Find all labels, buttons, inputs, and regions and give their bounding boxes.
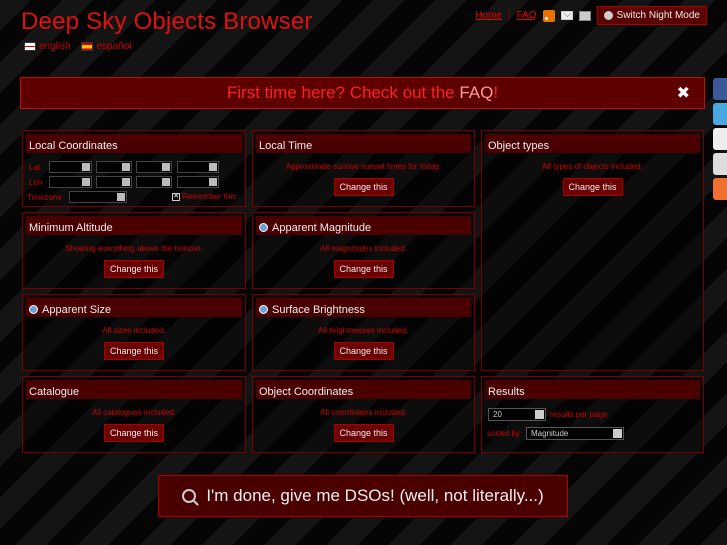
lat-label: Lat [29, 163, 41, 172]
lon-degrees-input[interactable] [49, 176, 92, 188]
language-switcher: english español [24, 41, 140, 52]
change-apparent-size-button[interactable]: Change this [103, 342, 165, 360]
results-per-page-select[interactable]: 20 [488, 408, 546, 421]
panel-object-coordinates: Object Coordinates All coordinates inclu… [252, 376, 475, 453]
panel-local-time: Local Time Approximate sunrise sunset ti… [252, 130, 475, 207]
lon-seconds-input[interactable] [136, 176, 172, 188]
panel-results: Results 20 results per page sorted by Ma… [481, 376, 704, 453]
add-share-icon[interactable] [713, 178, 727, 200]
help-icon[interactable] [259, 223, 268, 232]
page-title: Deep Sky Objects Browser [21, 8, 313, 35]
panel-title: Catalogue [26, 380, 242, 399]
separator: | [508, 10, 511, 21]
uk-flag-icon [24, 41, 36, 51]
sort-by-value: Magnitude [531, 429, 569, 438]
submit-button[interactable]: I'm done, give me DSOs! (well, not liter… [158, 475, 568, 517]
lat-minutes-input[interactable] [96, 161, 132, 173]
panel-description: All magnitudes included. [320, 244, 407, 253]
lat-seconds-input[interactable] [136, 161, 172, 173]
banner-message: First time here? Check out the [226, 83, 455, 102]
results-per-page-label: results per page [550, 410, 608, 419]
sort-by-select[interactable]: Magnitude [526, 427, 624, 440]
panel-surface-brightness: Surface Brightness All brightnesses incl… [252, 294, 475, 371]
panel-header: Apparent Size [26, 298, 242, 317]
lon-label: Lon [29, 178, 43, 187]
language-english[interactable]: english [24, 41, 71, 52]
faq-banner: First time here? Check out the FAQ! ✖ [20, 77, 705, 109]
night-mode-label: Switch Night Mode [616, 10, 700, 21]
lightbulb-icon [603, 11, 613, 20]
language-spanish[interactable]: español [81, 41, 132, 52]
panel-title: Local Time [256, 134, 471, 153]
twitter-icon[interactable] [713, 103, 727, 125]
lat-direction-input[interactable] [177, 161, 219, 173]
timezone-label: Timezone [27, 193, 62, 202]
panel-title: Local Coordinates [26, 134, 242, 153]
panel-description: All brightnesses included. [318, 326, 409, 335]
change-local-time-button[interactable]: Change this [333, 178, 394, 196]
magnifier-icon [182, 489, 197, 503]
panel-minimum-altitude: Minimum Altitude Showing everything abov… [22, 212, 246, 289]
email-share-icon[interactable] [713, 128, 727, 150]
change-apparent-magnitude-button[interactable]: Change this [333, 260, 394, 278]
panel-description: Approximate sunrise sunset times for tod… [285, 162, 442, 171]
help-icon[interactable] [29, 305, 38, 314]
panel-title: Results [485, 380, 700, 399]
panel-title: Object types [485, 134, 700, 153]
chevron-down-icon [535, 410, 544, 419]
panel-header: Surface Brightness [256, 298, 471, 317]
results-per-page-value: 20 [493, 410, 502, 419]
panel-title: Apparent Size [42, 303, 112, 316]
panel-description: All coordinates included. [320, 408, 407, 417]
google-icon[interactable] [713, 153, 727, 175]
change-surface-brightness-button[interactable]: Change this [333, 342, 394, 360]
spain-flag-icon [81, 41, 94, 51]
change-object-coordinates-button[interactable]: Change this [333, 424, 394, 442]
close-icon[interactable]: ✖ [677, 83, 690, 103]
social-share-bar [713, 78, 727, 203]
panel-catalogue: Catalogue All catalogues included. Chang… [22, 376, 246, 453]
help-icon[interactable] [259, 305, 268, 314]
language-label: english [39, 41, 71, 52]
panel-apparent-magnitude: Apparent Magnitude All magnitudes includ… [252, 212, 475, 289]
mail-icon[interactable] [560, 11, 573, 20]
chevron-down-icon [613, 429, 622, 438]
language-label: español [96, 41, 132, 52]
change-minimum-altitude-button[interactable]: Change this [103, 260, 165, 278]
banner-text: First time here? Check out the FAQ! [21, 83, 704, 103]
submit-label: I'm done, give me DSOs! (well, not liter… [206, 486, 544, 505]
top-links: Home | FAQ Switch Night Mode [475, 6, 707, 25]
panel-local-coordinates: Local Coordinates Lat Lon Timezone ✕ Rem… [22, 130, 246, 207]
panel-description: All types of objects included. [542, 162, 643, 171]
print-icon[interactable] [578, 10, 591, 21]
facebook-icon[interactable] [713, 78, 727, 100]
lat-degrees-input[interactable] [49, 161, 92, 173]
home-link[interactable]: Home [475, 10, 502, 21]
change-catalogue-button[interactable]: Change this [103, 424, 165, 442]
panel-title: Surface Brightness [272, 303, 365, 316]
banner-suffix: ! [493, 83, 499, 102]
banner-faq-link[interactable]: FAQ [459, 83, 493, 102]
panel-title: Object Coordinates [256, 380, 471, 399]
panel-description: All sizes included. [102, 326, 166, 335]
sorted-by-label: sorted by [487, 429, 520, 438]
night-mode-button[interactable]: Switch Night Mode [596, 6, 707, 25]
rss-icon[interactable] [542, 9, 555, 22]
panel-title: Apparent Magnitude [272, 221, 372, 234]
faq-link[interactable]: FAQ [517, 10, 537, 21]
lon-minutes-input[interactable] [96, 176, 132, 188]
remember-label: Remember this [182, 192, 237, 201]
panel-description: All catalogues included. [91, 408, 177, 417]
timezone-input[interactable] [69, 191, 127, 203]
panel-header: Apparent Magnitude [256, 216, 471, 235]
panel-object-types: Object types All types of objects includ… [481, 130, 704, 371]
change-object-types-button[interactable]: Change this [562, 178, 623, 196]
remember-checkbox[interactable]: ✕ [172, 193, 180, 201]
lon-direction-input[interactable] [177, 176, 219, 188]
panel-description: Showing everything above the horizon. [65, 244, 203, 253]
panel-apparent-size: Apparent Size All sizes included. Change… [22, 294, 246, 371]
panel-title: Minimum Altitude [26, 216, 242, 235]
